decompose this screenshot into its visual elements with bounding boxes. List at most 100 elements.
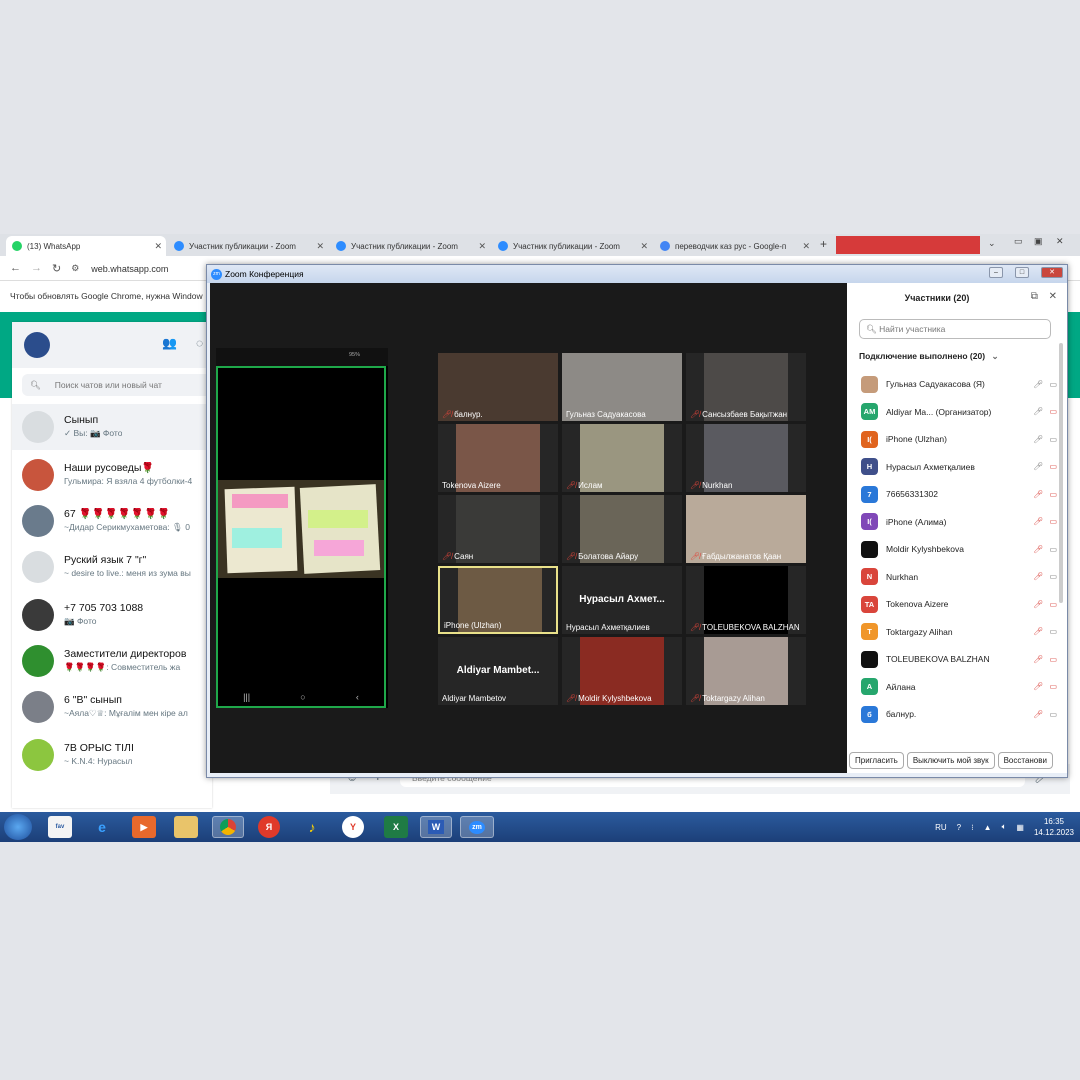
video-tile[interactable]: Гульназ Садуакасова bbox=[562, 353, 682, 421]
participant-row[interactable]: I(iPhone (Алима) 🎤︎ ▭ bbox=[861, 509, 1057, 535]
video-icon[interactable]: ▭ bbox=[1049, 435, 1057, 444]
help-icon[interactable]: ? bbox=[957, 823, 961, 832]
yandex-icon[interactable]: Я bbox=[258, 816, 280, 838]
video-off-icon[interactable]: ▭ bbox=[1049, 490, 1057, 499]
participant-row[interactable]: Гульназ Садуакасова (Я) 🎤︎ ▭ bbox=[861, 371, 1057, 397]
chat-list-item[interactable]: Заместители директоров 🌹🌹🌹🌹: Совместитель… bbox=[12, 638, 212, 684]
video-tile[interactable]: 🎤︎̸ TOLEUBEKOVA BALZHAN bbox=[686, 566, 806, 634]
chat-list-item[interactable]: Сынып ✓ Вы: 📷 Фото bbox=[12, 404, 212, 450]
mute-me-button[interactable]: Выключить мой звук bbox=[906, 752, 995, 769]
minimize-icon[interactable]: – bbox=[989, 267, 1003, 278]
file-explorer-icon[interactable] bbox=[174, 816, 198, 838]
video-icon[interactable]: ▭ bbox=[1049, 710, 1057, 719]
community-icon[interactable]: 👥 bbox=[162, 336, 177, 350]
close-icon[interactable]: ✕ bbox=[154, 241, 162, 252]
muted-mic-icon[interactable]: 🎤︎ bbox=[1033, 517, 1043, 526]
video-icon[interactable]: ▭ bbox=[1049, 380, 1057, 389]
participant-row[interactable]: TA Tokenova Aizere 🎤︎ ▭ bbox=[861, 591, 1057, 617]
chat-list-item[interactable]: 67 🌹🌹🌹🌹🌹🌹🌹 ~Дидар Серикмухаметова: 🎙 0 bbox=[12, 498, 212, 544]
tray-icon[interactable]: ⁝ bbox=[971, 823, 974, 832]
mic-icon[interactable]: 🎤︎ bbox=[1033, 380, 1043, 389]
video-off-icon[interactable]: ▭ bbox=[1049, 407, 1057, 416]
status-icon[interactable]: ◌ bbox=[196, 336, 203, 350]
yandex-music-icon[interactable]: ♪ bbox=[300, 816, 324, 838]
muted-mic-icon[interactable]: 🎤︎ bbox=[1033, 682, 1043, 691]
restore-icon[interactable]: ▣ bbox=[1034, 236, 1043, 247]
participant-row[interactable]: H Нурасыл Ахметқалиев 🎤︎ ▭ bbox=[861, 454, 1057, 480]
connected-group-header[interactable]: Подключение выполнено (20) ⌄ bbox=[859, 351, 999, 362]
mic-icon[interactable]: 🎤︎ bbox=[1033, 435, 1043, 444]
video-tile[interactable]: Aldiyar Mambet... Aldiyar Mambetov bbox=[438, 637, 558, 705]
video-off-icon[interactable]: ▭ bbox=[1049, 682, 1057, 691]
chrome-icon[interactable] bbox=[212, 816, 244, 838]
participant-row[interactable]: N Nurkhan 🎤︎ ▭ bbox=[861, 564, 1057, 590]
video-tile[interactable]: 🎤︎̸ балнур. bbox=[438, 353, 558, 421]
internet-explorer-icon[interactable]: e bbox=[90, 816, 114, 838]
muted-mic-icon[interactable]: 🎤︎ bbox=[1033, 710, 1043, 719]
tab-google-translate[interactable]: переводчик каз рус - Google-п ✕ bbox=[654, 236, 814, 256]
start-button[interactable] bbox=[4, 814, 32, 840]
tab-zoom-3[interactable]: Участник публикации - Zoom ✕ bbox=[492, 236, 652, 256]
video-tile[interactable]: 🎤︎̸ Сансызбаев Бақытжан bbox=[686, 353, 806, 421]
video-off-icon[interactable]: ▭ bbox=[1049, 655, 1057, 664]
chat-list-item[interactable]: Наши русоведы🌹 Гульмира: Я взяла 4 футбол… bbox=[12, 452, 212, 498]
favorit-app-icon[interactable]: fav bbox=[48, 816, 72, 838]
video-tile[interactable]: 🎤︎̸ Ислам bbox=[562, 424, 682, 492]
media-player-icon[interactable]: ▶ bbox=[132, 816, 156, 838]
tab-zoom-2[interactable]: Участник публикации - Zoom ✕ bbox=[330, 236, 490, 256]
participant-row[interactable]: TOLEUBEKOVA BALZHAN 🎤︎ ▭ bbox=[861, 646, 1057, 672]
forward-icon[interactable]: → bbox=[31, 262, 42, 274]
close-icon[interactable]: ✕ bbox=[316, 241, 324, 252]
volume-icon[interactable]: 🔈︎ bbox=[1002, 822, 1007, 832]
participant-row[interactable]: A Айлана 🎤︎ ▭ bbox=[861, 674, 1057, 700]
yandex-browser-icon[interactable]: Y bbox=[342, 816, 364, 838]
close-icon[interactable]: ✕ bbox=[640, 241, 648, 252]
url-field[interactable]: web.whatsapp.com bbox=[91, 264, 168, 274]
scrollbar[interactable] bbox=[1059, 343, 1063, 603]
muted-mic-icon[interactable]: 🎤︎ bbox=[1033, 490, 1043, 499]
video-icon[interactable]: ▭ bbox=[1049, 545, 1057, 554]
network-icon[interactable]: ▦ bbox=[1016, 823, 1024, 832]
invite-button[interactable]: Пригласить bbox=[849, 752, 904, 769]
video-tile[interactable]: Tokenova Aizere bbox=[438, 424, 558, 492]
close-icon[interactable]: ✕ bbox=[802, 241, 810, 252]
muted-mic-icon[interactable]: 🎤︎ bbox=[1033, 545, 1043, 554]
close-icon[interactable]: ✕ bbox=[1041, 267, 1063, 278]
participant-row[interactable]: T Toktargazy Alihan 🎤︎ ▭ bbox=[861, 619, 1057, 645]
mic-icon[interactable]: 🎤︎ bbox=[1033, 462, 1043, 471]
video-icon[interactable]: ▭ bbox=[1049, 572, 1057, 581]
popout-icon[interactable]: ⧉ bbox=[1031, 291, 1038, 302]
video-off-icon[interactable]: ▭ bbox=[1049, 517, 1057, 526]
reload-icon[interactable]: ↻ bbox=[52, 262, 61, 275]
word-icon[interactable]: W bbox=[420, 816, 452, 838]
video-off-icon[interactable]: ▭ bbox=[1049, 600, 1057, 609]
participant-row[interactable]: Moldir Kylyshbekova 🎤︎ ▭ bbox=[861, 536, 1057, 562]
language-indicator[interactable]: RU bbox=[935, 823, 947, 832]
close-icon[interactable]: ✕ bbox=[1049, 291, 1057, 302]
video-tile[interactable]: 🎤︎̸ Moldir Kylyshbekova bbox=[562, 637, 682, 705]
chevron-down-icon[interactable]: ⌄ bbox=[988, 238, 996, 249]
participant-search-input[interactable]: 🔍︎ Найти участника bbox=[859, 319, 1051, 339]
maximize-icon[interactable]: □ bbox=[1015, 267, 1029, 278]
muted-mic-icon[interactable]: 🎤︎ bbox=[1033, 655, 1043, 664]
muted-mic-icon[interactable]: 🎤︎ bbox=[1033, 572, 1043, 581]
video-tile[interactable]: 🎤︎̸ Nurkhan bbox=[686, 424, 806, 492]
participant-row[interactable]: I(iPhone (Ulzhan) 🎤︎ ▭ bbox=[861, 426, 1057, 452]
chat-list-item[interactable]: Руский язык 7 "г" ~ desire to live.: меня… bbox=[12, 544, 212, 590]
chat-list-item[interactable]: 6 "В" сынып ~Аяла♡♕: Мұғалім мен кіре ал bbox=[12, 684, 212, 730]
tab-zoom-1[interactable]: Участник публикации - Zoom ✕ bbox=[168, 236, 328, 256]
video-tile[interactable]: 🎤︎̸ Ғабдылжанатов Қаан bbox=[686, 495, 806, 563]
zoom-taskbar-icon[interactable]: zm bbox=[460, 816, 494, 838]
show-hidden-icon[interactable]: ▲ bbox=[984, 823, 992, 832]
mic-icon[interactable]: 🎤︎ bbox=[1033, 407, 1043, 416]
search-input[interactable]: 🔍︎ Поиск чатов или новый чат bbox=[22, 374, 212, 396]
restore-button[interactable]: Восстанови bbox=[997, 752, 1053, 769]
site-info-icon[interactable]: ⚙ bbox=[71, 263, 79, 274]
excel-icon[interactable]: X bbox=[384, 816, 408, 838]
clock[interactable]: 16:35 14.12.2023 bbox=[1034, 816, 1074, 838]
video-off-icon[interactable]: ▭ bbox=[1049, 462, 1057, 471]
close-window-icon[interactable]: ✕ bbox=[1056, 236, 1064, 247]
video-tile[interactable]: 🎤︎̸ Болатова Айару bbox=[562, 495, 682, 563]
chat-list-item[interactable]: 7В ОРЫС ТІЛІ ~ K.N.4: Нурасыл bbox=[12, 732, 212, 778]
participant-row[interactable]: б балнур. 🎤︎ ▭ bbox=[861, 701, 1057, 727]
